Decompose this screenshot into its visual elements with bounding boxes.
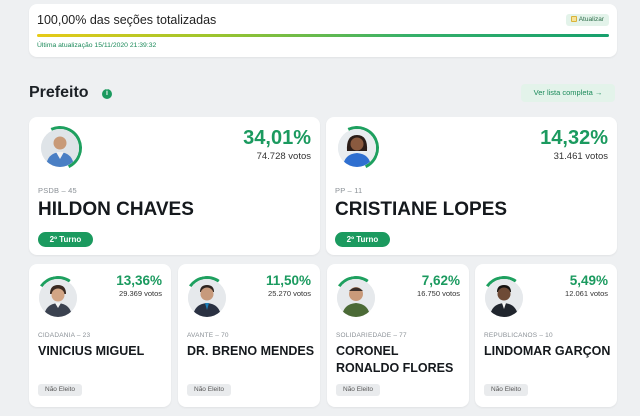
candidate-photo [188, 279, 226, 317]
party-number: SOLIDARIEDADE – 77 [336, 332, 407, 339]
party-number: CIDADANIA – 23 [38, 332, 91, 339]
last-update-text: Última atualização 15/11/2020 21:39:32 [37, 42, 157, 49]
vote-percentage: 5,49% [569, 273, 608, 288]
vote-count: 25.270 votos [268, 289, 311, 298]
totalization-progress-bar [37, 34, 609, 37]
vote-percentage: 7,62% [421, 273, 460, 288]
candidate-photo [338, 129, 376, 167]
candidate-card-lindomar-garcon[interactable]: 5,49% 12.061 votos REPUBLICANOS – 10 LIN… [475, 264, 617, 407]
vote-percentage: 14,32% [540, 127, 608, 149]
totalization-title: 100,00% das seções totalizadas [37, 13, 217, 27]
party-number: PSDB – 45 [38, 186, 77, 195]
candidate-photo [41, 129, 79, 167]
status-badge: Não Eleito [187, 384, 231, 396]
full-list-button[interactable]: Ver lista completa → [521, 84, 615, 102]
vote-percentage: 34,01% [243, 127, 311, 149]
refresh-icon [570, 16, 577, 22]
status-badge: Não Eleito [484, 384, 528, 396]
candidate-name: HILDON CHAVES [38, 199, 194, 220]
vote-percentage: 11,50% [265, 273, 311, 288]
candidate-card-coronel-ronaldo-flores[interactable]: 7,62% 16.750 votos SOLIDARIEDADE – 77 CO… [327, 264, 469, 407]
candidate-photo [39, 279, 77, 317]
progress-fill [37, 34, 609, 37]
section-title: Prefeito [29, 84, 89, 101]
party-number: REPUBLICANOS – 10 [484, 332, 553, 339]
candidate-name: CRISTIANE LOPES [335, 199, 508, 220]
party-number: AVANTE – 70 [187, 332, 229, 339]
refresh-button[interactable]: Atualizar [565, 14, 609, 26]
candidate-card-vinicius-miguel[interactable]: 13,36% 29.369 votos CIDADANIA – 23 VINIC… [29, 264, 171, 407]
status-badge: 2º Turno [38, 232, 93, 247]
candidate-name: DR. BRENO MENDES [187, 344, 315, 358]
candidate-name: LINDOMAR GARÇON [484, 344, 611, 358]
status-badge: Não Eleito [38, 384, 82, 396]
party-number: PP – 11 [335, 186, 363, 195]
vote-count: 12.061 votos [565, 289, 608, 298]
candidate-card-hildon-chaves[interactable]: 34,01% 74.728 votos PSDB – 45 HILDON CHA… [29, 117, 320, 255]
candidate-name: CORONEL RONALDO FLORES [336, 344, 454, 375]
candidate-card-dr-breno-mendes[interactable]: 11,50% 25.270 votos AVANTE – 70 DR. BREN… [178, 264, 320, 407]
vote-count: 29.369 votos [119, 289, 162, 298]
vote-percentage: 13,36% [116, 273, 162, 288]
refresh-label: Atualizar [578, 16, 604, 23]
vote-count: 16.750 votos [417, 289, 460, 298]
vote-count: 31.461 votos [553, 151, 608, 162]
totalization-status-card: 100,00% das seções totalizadas Atualizar… [29, 4, 617, 57]
status-badge: Não Eleito [336, 384, 380, 396]
status-badge: 2º Turno [335, 232, 390, 247]
candidate-photo [337, 279, 375, 317]
candidate-photo [485, 279, 523, 317]
vote-count: 74.728 votos [256, 151, 311, 162]
candidate-name: VINICIUS MIGUEL [38, 344, 145, 358]
candidate-card-cristiane-lopes[interactable]: 14,32% 31.461 votos PP – 11 CRISTIANE LO… [326, 117, 617, 255]
info-icon[interactable]: i [102, 89, 112, 99]
